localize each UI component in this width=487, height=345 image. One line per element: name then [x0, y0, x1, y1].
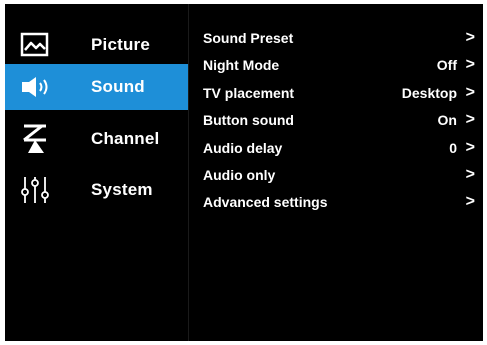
- settings-category-sidebar: Picture Sound Channel System: [5, 4, 189, 341]
- setting-value: Desktop: [401, 85, 457, 101]
- chevron-right-icon: >: [465, 84, 475, 101]
- setting-row-tv-placement[interactable]: TV placement Desktop >: [203, 81, 475, 105]
- picture-icon: [20, 32, 49, 57]
- chevron-right-icon: >: [465, 29, 475, 46]
- sidebar-item-label: Channel: [91, 129, 160, 148]
- setting-label: Sound Preset: [203, 30, 294, 46]
- speaker-icon: [22, 77, 48, 97]
- tv-menu-screen: Picture Sound Channel System Sound Prese…: [5, 4, 483, 341]
- setting-value: Off: [436, 57, 457, 73]
- setting-label: Audio only: [203, 167, 276, 183]
- setting-row-audio-delay[interactable]: Audio delay 0 >: [203, 136, 475, 160]
- setting-row-night-mode[interactable]: Night Mode Off >: [203, 53, 475, 77]
- chevron-right-icon: >: [465, 56, 475, 73]
- sidebar-item-label: Sound: [91, 77, 145, 96]
- setting-row-audio-only[interactable]: Audio only >: [203, 163, 475, 187]
- setting-label: Night Mode: [203, 57, 280, 73]
- setting-row-advanced-settings[interactable]: Advanced settings >: [203, 190, 475, 214]
- setting-value: On: [437, 112, 457, 128]
- chevron-right-icon: >: [465, 193, 475, 210]
- sidebar-item-system[interactable]: System: [5, 167, 188, 213]
- sidebar-item-channel[interactable]: Channel: [5, 116, 188, 162]
- sidebar-item-label: Picture: [91, 35, 151, 54]
- setting-row-sound-preset[interactable]: Sound Preset >: [203, 26, 475, 50]
- chevron-right-icon: >: [465, 166, 475, 183]
- sidebar-item-sound[interactable]: Sound: [5, 64, 188, 110]
- chevron-right-icon: >: [465, 139, 475, 156]
- sidebar-item-picture[interactable]: Picture: [5, 22, 188, 68]
- sliders-icon: [21, 177, 49, 203]
- sidebar-item-label: System: [91, 180, 153, 199]
- setting-label: Audio delay: [203, 140, 283, 156]
- setting-label: TV placement: [203, 85, 295, 101]
- setting-label: Button sound: [203, 112, 294, 128]
- antenna-icon: [23, 124, 46, 153]
- setting-value: 0: [449, 140, 457, 156]
- setting-row-button-sound[interactable]: Button sound On >: [203, 108, 475, 132]
- setting-label: Advanced settings: [203, 194, 328, 210]
- chevron-right-icon: >: [465, 111, 475, 128]
